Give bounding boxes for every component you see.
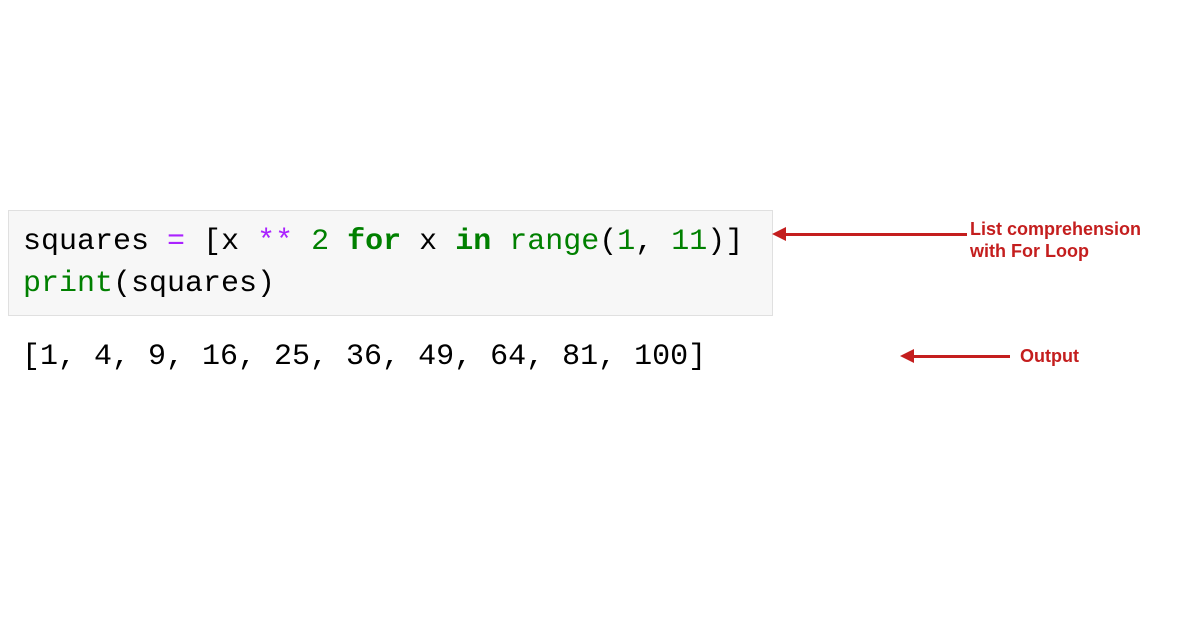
- output-text: [1, 4, 9, 16, 25, 36, 49, 64, 81, 100]: [22, 340, 706, 374]
- code-token: 2: [311, 225, 329, 259]
- annotation-list-comprehension: List comprehension with For Loop: [970, 219, 1180, 262]
- code-token: x: [221, 225, 257, 259]
- code-token: **: [257, 225, 293, 259]
- code-token: range: [509, 225, 599, 259]
- code-token: squares: [23, 225, 167, 259]
- code-token: 1: [617, 225, 635, 259]
- code-token: ): [707, 225, 725, 259]
- code-token: (: [599, 225, 617, 259]
- code-token: 11: [671, 225, 707, 259]
- code-token: print: [23, 267, 113, 301]
- code-token: [491, 225, 509, 259]
- code-token: ,: [635, 225, 671, 259]
- annotation-output: Output: [1020, 346, 1079, 368]
- code-cell: squares = [x ** 2 for x in range(1, 11)]…: [8, 210, 773, 316]
- code-token: [185, 225, 203, 259]
- code-token: [293, 225, 311, 259]
- code-token: =: [167, 225, 185, 259]
- code-token: in: [455, 225, 491, 259]
- code-token: (squares): [113, 267, 275, 301]
- code-line-1: squares = [x ** 2 for x in range(1, 11)]: [23, 221, 758, 263]
- code-token: for: [347, 225, 401, 259]
- code-token: [329, 225, 347, 259]
- code-token: x: [401, 225, 455, 259]
- code-line-2: print(squares): [23, 263, 758, 305]
- code-token: ]: [725, 225, 743, 259]
- code-token: [: [203, 225, 221, 259]
